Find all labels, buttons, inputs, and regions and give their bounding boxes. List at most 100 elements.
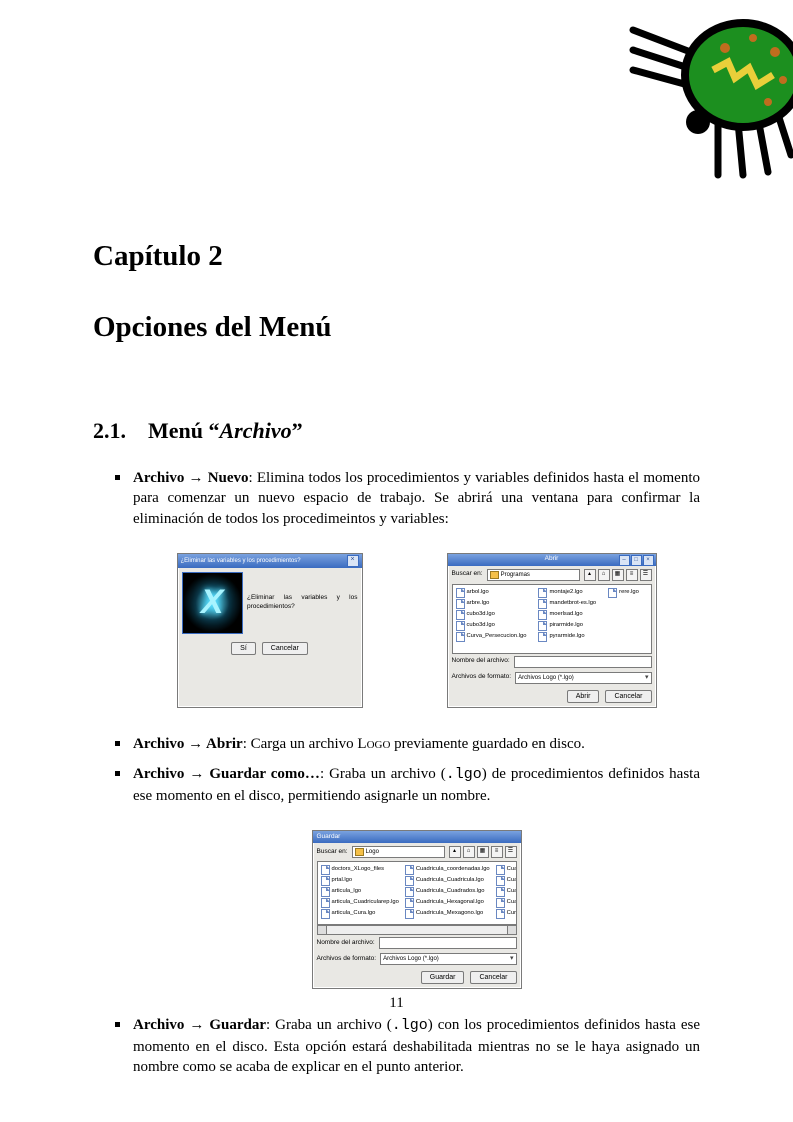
dialog-open: Abrir – □ × Buscar en: Programas ▴ ⌂ [447,553,657,708]
file-item[interactable]: Cuadricula_Cuadricula.lgo [405,876,490,886]
file-icon [321,887,330,897]
dialog-open-title: Abrir [545,555,559,564]
lookin-combo[interactable]: Programas [487,569,580,581]
file-item[interactable]: pyrarmide.lgo [538,632,596,642]
file-item[interactable]: articula_Cuadricularep.lgo [321,898,399,908]
item-guardar-como: Archivo → Guardar como…: Graba un archiv… [115,764,700,989]
filetype-combo[interactable]: Archivos Logo (*.lgo) [515,672,651,684]
filename-label: Nombre del archivo: [452,657,510,666]
details-icon[interactable]: ☰ [505,846,517,858]
close-icon[interactable]: × [643,555,654,566]
file-icon [538,632,547,642]
cancel-button[interactable]: Cancelar [470,971,516,984]
file-icon [405,876,414,886]
file-item[interactable]: moerlsad.lgo [538,610,596,620]
file-icon [321,898,330,908]
cancel-button[interactable]: Cancelar [605,690,651,703]
file-icon [608,588,617,598]
filetype-label: Archivos de formato: [317,955,377,964]
home-icon[interactable]: ⌂ [463,846,475,858]
file-list[interactable]: arbol.lgoarbre.lgocubo3d.lgocubo3d.lgoCu… [452,584,652,654]
minimize-icon[interactable]: – [619,555,630,566]
file-item[interactable]: Curva_Persecucion.lgo [496,909,517,919]
file-item[interactable]: cubo3d.lgo [456,621,527,631]
filename-label: Nombre del archivo: [317,939,375,948]
file-item[interactable]: Cuadricula_Porculos.lgo [496,865,517,875]
lookin-label: Buscar en: [317,848,348,857]
details-icon[interactable]: ☰ [640,569,652,581]
file-icon [538,599,547,609]
filename-input[interactable] [514,656,652,668]
up-icon[interactable]: ▴ [449,846,461,858]
file-icon [405,865,414,875]
file-icon [321,909,330,919]
file-item[interactable]: articula_Cura.lgo [321,909,399,919]
yes-button[interactable]: Sí [231,642,256,655]
file-item[interactable]: Cuadricula_coordenadas.lgo [405,865,490,875]
file-icon [321,876,330,886]
list-icon[interactable]: ≡ [626,569,638,581]
file-icon [405,909,414,919]
list-icon[interactable]: ≡ [491,846,503,858]
close-icon[interactable]: × [347,555,359,567]
file-icon [405,898,414,908]
file-item[interactable]: mandetbrot-es.lgo [538,599,596,609]
file-icon [456,621,465,631]
file-icon [496,898,505,908]
item-guardar: Archivo → Guardar: Graba un archivo (.lg… [115,1015,700,1077]
newfolder-icon[interactable]: ▦ [612,569,624,581]
dialog-confirm-title: ¿Eliminar las variables y los procedimie… [181,557,301,565]
file-icon [405,887,414,897]
section-heading: 2.1. Menú “Archivo” [93,418,700,444]
file-icon [538,588,547,598]
file-item[interactable]: Cuadricula_Cuadrados.lgo [405,887,490,897]
horizontal-scrollbar[interactable] [317,925,517,935]
file-icon [456,632,465,642]
dialog-save-title: Guardar [317,833,341,842]
file-icon [456,610,465,620]
home-icon[interactable]: ⌂ [598,569,610,581]
lookin-label: Buscar en: [452,570,483,579]
filetype-label: Archivos de formato: [452,673,512,682]
chapter-title: Opciones del Menú [93,311,700,344]
file-icon [456,599,465,609]
file-icon [496,865,505,875]
dialog-confirm: ¿Eliminar las variables y los procedimie… [177,553,363,708]
file-icon [496,887,505,897]
file-item[interactable]: montaje2.lgo [538,588,596,598]
file-item[interactable]: arbre.lgo [456,599,527,609]
file-icon [321,865,330,875]
file-item[interactable]: Curva_Persecucion.lgo [456,632,527,642]
file-icon [538,610,547,620]
filename-input[interactable] [379,937,517,949]
filetype-combo[interactable]: Archivos Logo (*.lgo) [380,953,516,965]
file-icon [456,588,465,598]
folder-icon [355,848,364,856]
maximize-icon[interactable]: □ [631,555,642,566]
open-button[interactable]: Abrir [567,690,600,703]
file-item[interactable]: prtal.lgo [321,876,399,886]
file-item[interactable]: rere.lgo [608,588,639,598]
item-abrir: Archivo → Abrir: Carga un archivo Logo p… [115,734,700,754]
cancel-button[interactable]: Cancelar [262,642,308,655]
file-item[interactable]: Cuadricula_Trangulo.lgo [496,898,517,908]
file-list[interactable]: doctors_XLogo_filesprtal.lgoarticula_lgo… [317,861,517,925]
lookin-combo[interactable]: Logo [352,846,445,858]
file-item[interactable]: Cuadricula_Ratlet.lgo [496,887,517,897]
file-icon [538,621,547,631]
turtle-logo [603,0,793,190]
file-item[interactable]: doctors_XLogo_files [321,865,399,875]
file-item[interactable]: articula_lgo [321,887,399,897]
file-icon [496,876,505,886]
confirm-question: ¿Eliminar las variables y los procedimie… [247,594,358,612]
newfolder-icon[interactable]: ▦ [477,846,489,858]
file-item[interactable]: cubo3d.lgo [456,610,527,620]
file-item[interactable]: arbol.lgo [456,588,527,598]
file-item[interactable]: pirarmide.lgo [538,621,596,631]
save-button[interactable]: Guardar [421,971,465,984]
file-item[interactable]: Cuadricula_Mexagono.lgo [405,909,490,919]
up-icon[interactable]: ▴ [584,569,596,581]
file-item[interactable]: Cuadricula_Fara.lgo [496,876,517,886]
file-icon [496,909,505,919]
file-item[interactable]: Cuadricula_Hexagonal.lgo [405,898,490,908]
